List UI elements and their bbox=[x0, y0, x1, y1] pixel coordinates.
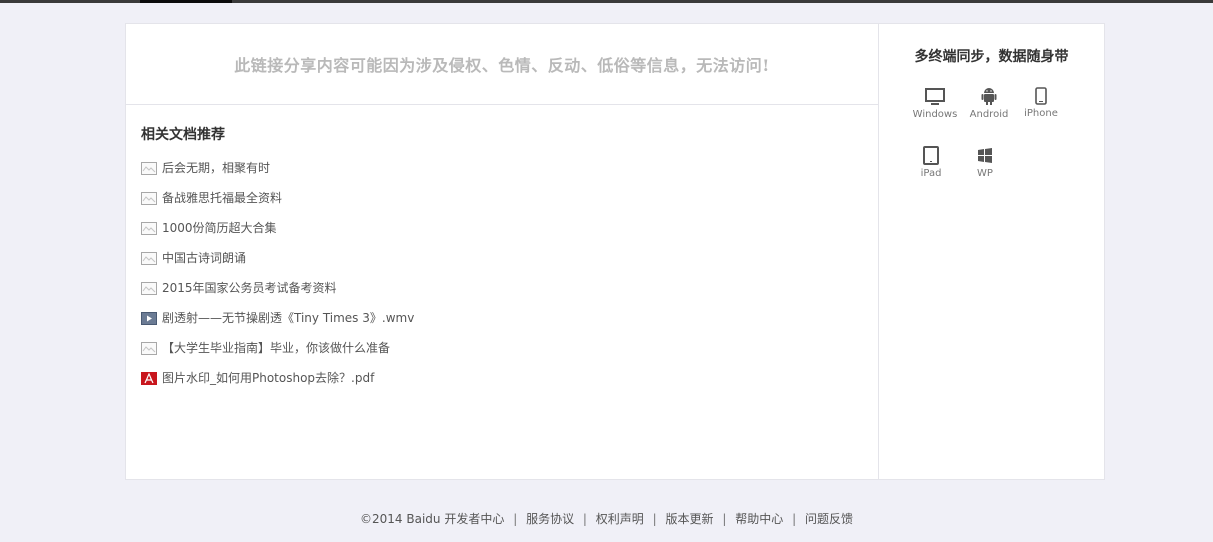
footer-separator: | bbox=[792, 512, 797, 526]
document-icon bbox=[141, 282, 157, 295]
device-windows[interactable]: Windows bbox=[905, 88, 965, 120]
related-doc-item[interactable]: 2015年国家公务员考试备考资料 bbox=[141, 280, 414, 310]
related-docs-title: 相关文档推荐 bbox=[141, 127, 225, 143]
windows-monitor-icon bbox=[925, 88, 945, 105]
related-docs-list: 后会无期，相聚有时 备战雅思托福最全资料 1000份简历超大合集 中国古诗词朗诵… bbox=[141, 160, 414, 400]
document-icon bbox=[141, 162, 157, 175]
sidebar: 多终端同步，数据随身带 Windows Android iPhone iPad … bbox=[879, 24, 1104, 479]
device-label: Windows bbox=[912, 109, 958, 120]
related-doc-item[interactable]: 后会无期，相聚有时 bbox=[141, 160, 414, 190]
related-doc-label: 后会无期，相聚有时 bbox=[162, 161, 271, 175]
footer-link-feedback[interactable]: 问题反馈 bbox=[805, 512, 853, 526]
footer-copyright: ©2014 Baidu bbox=[360, 512, 441, 526]
iphone-icon bbox=[1035, 87, 1047, 105]
related-doc-label: 【大学生毕业指南】毕业，你该做什么准备 bbox=[162, 341, 391, 355]
document-icon bbox=[141, 342, 157, 355]
ipad-icon bbox=[923, 146, 939, 165]
device-label: Android bbox=[969, 109, 1009, 120]
device-label: WP bbox=[977, 168, 993, 179]
related-doc-label: 中国古诗词朗诵 bbox=[162, 251, 247, 265]
related-doc-label: 1000份简历超大合集 bbox=[162, 221, 277, 235]
footer-link-rights-statement[interactable]: 权利声明 bbox=[596, 512, 644, 526]
top-bar bbox=[0, 0, 1213, 3]
footer-link-developer-center[interactable]: 开发者中心 bbox=[444, 512, 504, 526]
access-denied-notice: 此链接分享内容可能因为涉及侵权、色情、反动、低俗等信息，无法访问! bbox=[234, 56, 770, 75]
windows-phone-icon bbox=[978, 148, 992, 163]
related-doc-label: 图片水印_如何用Photoshop去除？.pdf bbox=[162, 371, 375, 385]
top-bar-active-segment bbox=[140, 0, 232, 3]
sync-title: 多终端同步，数据随身带 bbox=[914, 49, 1069, 65]
related-doc-item[interactable]: 【大学生毕业指南】毕业，你该做什么准备 bbox=[141, 340, 414, 370]
related-doc-item[interactable]: 1000份简历超大合集 bbox=[141, 220, 414, 250]
footer-link-help-center[interactable]: 帮助中心 bbox=[735, 512, 783, 526]
pdf-file-icon bbox=[141, 372, 157, 385]
related-doc-label: 剧透射——无节操剧透《Tiny Times 3》.wmv bbox=[162, 311, 415, 325]
device-wp[interactable]: WP bbox=[955, 147, 1015, 179]
footer-link-version-update[interactable]: 版本更新 bbox=[666, 512, 714, 526]
footer-separator: | bbox=[722, 512, 727, 526]
device-ipad[interactable]: iPad bbox=[901, 146, 961, 179]
android-icon bbox=[981, 88, 997, 105]
related-doc-item[interactable]: 中国古诗词朗诵 bbox=[141, 250, 414, 280]
related-doc-item[interactable]: 备战雅思托福最全资料 bbox=[141, 190, 414, 220]
main-column: 此链接分享内容可能因为涉及侵权、色情、反动、低俗等信息，无法访问! 相关文档推荐… bbox=[126, 24, 879, 479]
device-iphone[interactable]: iPhone bbox=[1011, 87, 1071, 119]
notice-box: 此链接分享内容可能因为涉及侵权、色情、反动、低俗等信息，无法访问! bbox=[126, 24, 878, 105]
video-file-icon bbox=[141, 312, 157, 325]
device-label: iPad bbox=[920, 168, 942, 179]
footer-separator: | bbox=[582, 512, 587, 526]
related-doc-label: 备战雅思托福最全资料 bbox=[162, 191, 283, 205]
footer-separator: | bbox=[652, 512, 657, 526]
footer: ©2014 Baidu 开发者中心 | 服务协议 | 权利声明 | 版本更新 |… bbox=[0, 510, 1213, 527]
related-doc-label: 2015年国家公务员考试备考资料 bbox=[162, 281, 337, 295]
footer-link-service-agreement[interactable]: 服务协议 bbox=[526, 512, 574, 526]
related-doc-item[interactable]: 剧透射——无节操剧透《Tiny Times 3》.wmv bbox=[141, 310, 414, 340]
device-android[interactable]: Android bbox=[959, 87, 1019, 120]
related-doc-item[interactable]: 图片水印_如何用Photoshop去除？.pdf bbox=[141, 370, 414, 400]
footer-separator: | bbox=[513, 512, 518, 526]
device-label: iPhone bbox=[1024, 108, 1058, 119]
document-icon bbox=[141, 192, 157, 205]
document-icon bbox=[141, 222, 157, 235]
document-icon bbox=[141, 252, 157, 265]
content-panel: 此链接分享内容可能因为涉及侵权、色情、反动、低俗等信息，无法访问! 相关文档推荐… bbox=[125, 23, 1105, 480]
